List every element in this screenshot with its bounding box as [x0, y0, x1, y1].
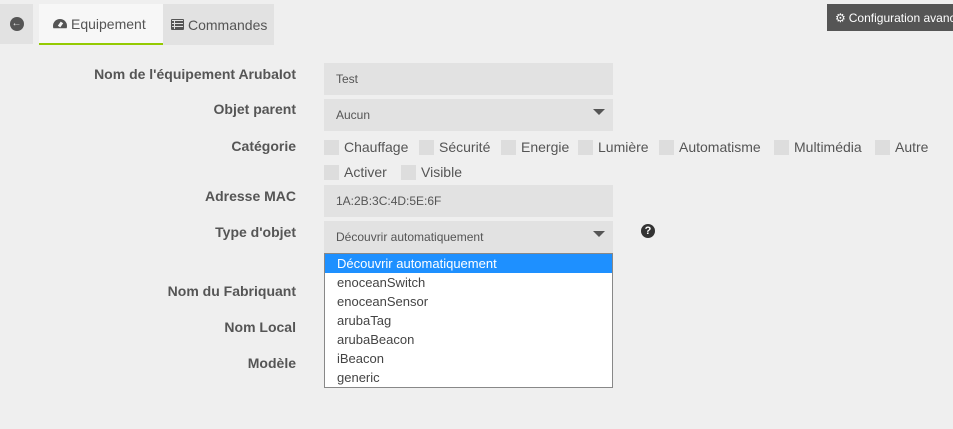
checkbox[interactable]: [774, 139, 789, 155]
category-automatisme[interactable]: Automatisme: [659, 139, 761, 155]
type-objet-select[interactable]: Découvrir automatiquement: [324, 221, 613, 253]
dropdown-option[interactable]: iBeacon: [325, 349, 612, 368]
visible-checkbox[interactable]: Visible: [401, 164, 462, 180]
tab-commandes-label: Commandes: [188, 16, 268, 33]
objet-parent-select[interactable]: Aucun: [324, 99, 613, 131]
tab-commandes[interactable]: Commandes: [163, 4, 274, 45]
categorie-label: Catégorie: [231, 138, 296, 154]
dashboard-icon: [53, 18, 67, 30]
category-label: Chauffage: [344, 139, 409, 155]
dropdown-option[interactable]: Découvrir automatiquement: [325, 254, 612, 273]
checkbox[interactable]: [875, 139, 890, 155]
checkbox[interactable]: [501, 139, 516, 155]
category-chauffage[interactable]: Chauffage: [324, 139, 408, 155]
category-label: Energie: [521, 139, 570, 155]
nom-equipement-label: Nom de l'équipement ArubaIot: [94, 66, 296, 82]
objet-parent-value: Aucun: [336, 108, 371, 122]
adresse-mac-value: 1A:2B:3C:4D:5E:6F: [336, 194, 442, 208]
category-label: Lumière: [598, 139, 649, 155]
category-label: Multimédia: [794, 139, 862, 155]
nom-equipement-value: Test: [336, 72, 359, 86]
category-energie[interactable]: Energie: [501, 139, 569, 155]
checkbox[interactable]: [401, 164, 416, 180]
dropdown-option[interactable]: enoceanSwitch: [325, 273, 612, 292]
activer-label: Activer: [344, 164, 387, 180]
category-securite[interactable]: Sécurité: [419, 139, 490, 155]
dropdown-option[interactable]: enoceanSensor: [325, 292, 612, 311]
back-button[interactable]: ←: [0, 4, 33, 44]
checkbox[interactable]: [659, 139, 674, 155]
modele-label: Modèle: [247, 355, 296, 371]
category-lumiere[interactable]: Lumière: [578, 139, 649, 155]
adresse-mac-input[interactable]: 1A:2B:3C:4D:5E:6F: [324, 185, 613, 217]
dropdown-option[interactable]: generic: [325, 368, 612, 387]
list-icon: [171, 19, 184, 30]
advanced-config-button[interactable]: ⚙ Configuration avancée: [827, 4, 953, 31]
category-label: Automatisme: [679, 139, 761, 155]
dropdown-option[interactable]: arubaTag: [325, 311, 612, 330]
type-objet-label: Type d'objet: [215, 224, 296, 240]
checkbox[interactable]: [324, 139, 339, 155]
category-label: Sécurité: [439, 139, 491, 155]
nom-local-label: Nom Local: [224, 319, 296, 335]
type-objet-value: Découvrir automatiquement: [336, 230, 484, 244]
caret-down-icon: [593, 109, 605, 115]
checkbox[interactable]: [578, 139, 593, 155]
nom-fabriquant-label: Nom du Fabriquant: [167, 283, 296, 299]
checkbox[interactable]: [419, 139, 434, 155]
caret-down-icon: [593, 231, 605, 237]
arrow-left-icon: ←: [9, 17, 24, 31]
dropdown-option[interactable]: arubaBeacon: [325, 330, 612, 349]
tab-equipement-label: Equipement: [71, 15, 146, 32]
objet-parent-label: Objet parent: [213, 101, 296, 117]
checkbox[interactable]: [324, 164, 339, 180]
type-objet-dropdown[interactable]: Découvrir automatiquement enoceanSwitch …: [324, 253, 613, 388]
tab-equipement[interactable]: Equipement: [39, 4, 163, 45]
question-circle-icon[interactable]: ?: [641, 224, 655, 238]
category-multimedia[interactable]: Multimédia: [774, 139, 862, 155]
nom-equipement-input[interactable]: Test: [324, 63, 613, 95]
top-bar: ← Equipement Commandes ⚙ Configuration a…: [0, 0, 953, 45]
category-autre[interactable]: Autre: [875, 139, 928, 155]
cogs-icon: ⚙: [835, 10, 846, 25]
advanced-config-label: Configuration avancée: [848, 10, 953, 25]
adresse-mac-label: Adresse MAC: [204, 188, 296, 204]
visible-label: Visible: [421, 164, 462, 180]
category-label: Autre: [895, 139, 929, 155]
activer-checkbox[interactable]: Activer: [324, 164, 387, 180]
